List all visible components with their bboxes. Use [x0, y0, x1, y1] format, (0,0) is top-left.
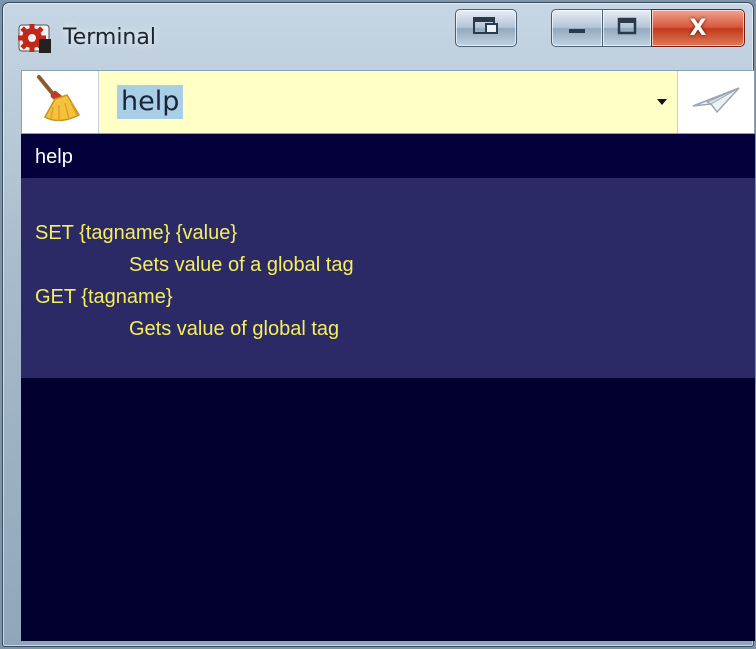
chevron-down-icon[interactable] — [657, 99, 667, 105]
command-echo-row: help — [21, 134, 755, 178]
command-input[interactable]: help — [98, 71, 678, 133]
window-title: Terminal — [63, 25, 156, 50]
terminal-output[interactable]: help SET {tagname} {value} Sets value of… — [21, 134, 755, 641]
title-bar[interactable]: Terminal X — [3, 3, 753, 69]
output-line: SET {tagname} {value} — [35, 222, 238, 244]
minimize-button[interactable] — [551, 9, 603, 47]
maximize-button[interactable] — [602, 9, 652, 47]
output-line: Sets value of a global tag — [129, 254, 354, 276]
clear-button[interactable] — [22, 71, 98, 133]
paper-plane-icon — [691, 82, 741, 122]
dock-window-icon — [473, 16, 499, 40]
gear-icon[interactable] — [17, 21, 53, 55]
broom-icon — [33, 73, 87, 131]
send-button[interactable] — [678, 71, 754, 133]
command-result: SET {tagname} {value} Sets value of a gl… — [21, 178, 755, 378]
close-icon: X — [689, 15, 707, 41]
command-input-value[interactable]: help — [117, 85, 184, 119]
output-line: Gets value of global tag — [129, 318, 340, 340]
command-toolbar: help — [21, 70, 755, 134]
maximize-icon — [617, 17, 637, 39]
output-line: GET {tagname} — [35, 286, 173, 308]
terminal-window: Terminal X help help SET {tagname} {valu… — [2, 2, 755, 647]
close-button[interactable]: X — [651, 9, 745, 47]
minimize-icon — [567, 19, 587, 38]
command-echo: help — [35, 146, 73, 168]
dock-button[interactable] — [455, 9, 517, 47]
